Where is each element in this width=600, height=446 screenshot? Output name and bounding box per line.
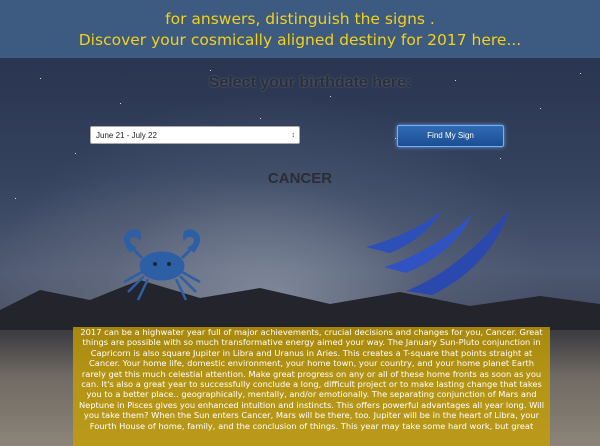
- birthdate-prompt: Select your birthdate here:: [208, 74, 412, 91]
- select-arrows-icon: ↕: [291, 132, 296, 139]
- cancer-wave-glyph-icon: [366, 209, 510, 295]
- birthdate-select-value: June 21 - July 22: [96, 131, 157, 140]
- birthdate-select[interactable]: June 21 - July 22 ↕: [90, 126, 300, 144]
- sign-name: CANCER: [267, 170, 333, 187]
- header-line-1: for answers, distinguish the signs .: [165, 10, 435, 28]
- horoscope-text: 2017 can be a highwater year full of maj…: [73, 327, 550, 446]
- find-my-sign-button[interactable]: Find My Sign: [397, 125, 504, 147]
- crab-icon: [123, 229, 201, 301]
- header-banner: for answers, distinguish the signs . Dis…: [0, 0, 600, 58]
- header-line-2: Discover your cosmically aligned destiny…: [78, 31, 522, 49]
